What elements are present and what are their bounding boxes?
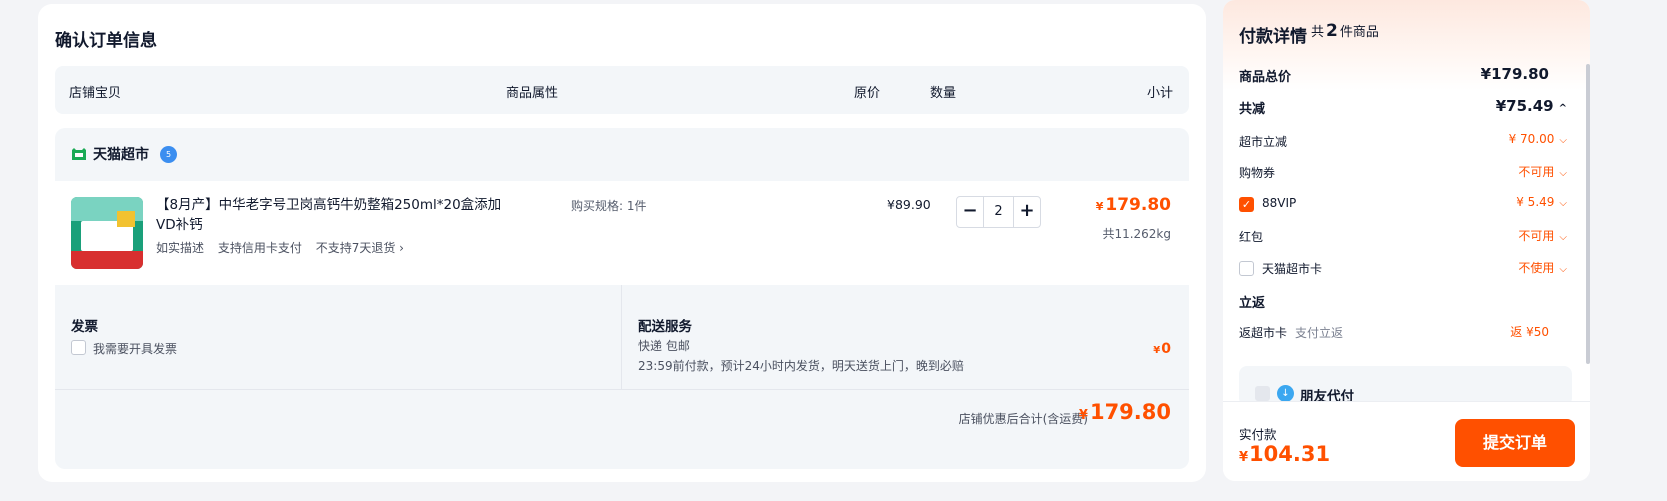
tag-no-return[interactable]: 不支持7天退货 › (316, 241, 404, 255)
col-attributes: 商品属性 (506, 86, 559, 101)
item-tags: 如实描述 支持信用卡支付 不支持7天退货 › (156, 239, 414, 256)
store-name[interactable]: 天猫超市 (93, 144, 149, 164)
quantity-input[interactable]: 2 (984, 197, 1013, 227)
discount-row[interactable]: 共减 ¥75.49 ^ (1239, 96, 1567, 118)
delivery-promise: 23:59前付款，预计24小时内发货，明天送货上门，晚到必赔 (638, 359, 964, 373)
vip-value: ¥ 5.49 ⌵ (1516, 195, 1567, 209)
rebate-title-row: 立返 (1239, 290, 1567, 312)
supermarket-off-label: 超市立减 (1239, 135, 1288, 149)
tmall-card-checkbox[interactable] (1239, 261, 1254, 276)
supermarket-off-row[interactable]: 超市立减 ¥ 70.00 ⌵ (1239, 131, 1567, 153)
friend-pay-option[interactable]: ↓ 朋友代付 (1239, 366, 1572, 406)
tmall-logo-icon (72, 148, 86, 160)
decrease-button[interactable]: − (957, 197, 984, 227)
invoice-checkbox[interactable] (71, 340, 86, 355)
col-price: 原价 (854, 86, 881, 101)
paid-amount: ¥104.31 (1239, 442, 1331, 466)
tmall-card-row[interactable]: 天猫超市卡 不使用 ⌵ (1239, 258, 1567, 280)
chevron-down-icon: ⌵ (1559, 264, 1567, 275)
item-subtotal: ¥179.80 (1095, 195, 1171, 215)
vip-checkbox[interactable]: ✓ (1239, 197, 1254, 212)
item-weight: 共11.262kg (1102, 227, 1171, 241)
payment-title: 付款详情 (1239, 27, 1307, 47)
page-title: 确认订单信息 (55, 31, 157, 51)
chevron-up-icon: ^ (1558, 103, 1567, 114)
tag-credit-card: 支持信用卡支付 (217, 241, 302, 255)
coupon-row[interactable]: 购物券 不可用 ⌵ (1239, 162, 1567, 184)
item-attribute: 购买规格: 1件 (571, 199, 647, 213)
quantity-stepper: − 2 + (956, 196, 1041, 228)
goods-total-row: 商品总价 ¥179.80 (1239, 64, 1567, 86)
vip-label: 88VIP (1262, 196, 1297, 210)
goods-total-label: 商品总价 (1239, 70, 1292, 85)
col-store-item: 店铺宝贝 (69, 86, 122, 101)
redpacket-value: 不可用 ⌵ (1518, 229, 1567, 243)
payment-item-count: 共 2 件商品 (1311, 21, 1379, 41)
discount-value: ¥75.49 ^ (1495, 97, 1567, 115)
store-badge-icon: 5 (160, 146, 177, 163)
store-total: ¥179.80 (1078, 400, 1171, 424)
chevron-down-icon: ⌵ (1559, 198, 1567, 209)
supermarket-off-value: ¥ 70.00 ⌵ (1508, 132, 1567, 146)
delivery-fee: ¥0 (1153, 341, 1171, 357)
store-block: 天猫超市 5 【8月产】中华老字号卫岗高钙牛奶整箱250ml*20盒添加VD补钙… (55, 128, 1189, 469)
submit-order-button[interactable]: 提交订单 (1455, 419, 1575, 467)
chevron-down-icon: ⌵ (1559, 135, 1567, 146)
coupon-value: 不可用 ⌵ (1518, 165, 1567, 179)
rebate-title: 立返 (1239, 296, 1266, 311)
item-title[interactable]: 【8月产】中华老字号卫岗高钙牛奶整箱250ml*20盒添加VD补钙 (156, 195, 511, 235)
friend-pay-checkbox[interactable] (1255, 386, 1270, 401)
product-image[interactable] (71, 197, 143, 269)
payment-footer: 实付款 ¥104.31 提交订单 (1223, 401, 1590, 481)
vip-row[interactable]: ✓ 88VIP ¥ 5.49 ⌵ (1239, 194, 1567, 216)
delivery-title: 配送服务 (638, 319, 692, 335)
friend-pay-icon: ↓ (1277, 385, 1294, 402)
coupon-label: 购物券 (1239, 166, 1276, 180)
divider (55, 389, 1189, 390)
chevron-down-icon: ⌵ (1559, 232, 1567, 243)
tmall-card-label: 天猫超市卡 (1262, 262, 1323, 276)
col-quantity: 数量 (930, 86, 957, 101)
redpacket-label: 红包 (1239, 230, 1264, 244)
payment-panel: 付款详情 共 2 件商品 商品总价 ¥179.80 共减 ¥75.49 ^ 超市立减 … (1223, 0, 1590, 481)
delivery-method: 快递 包邮 (638, 339, 690, 353)
discount-label: 共减 (1239, 102, 1266, 117)
item-original-price: ¥89.90 (887, 197, 931, 212)
redpacket-row[interactable]: 红包 不可用 ⌵ (1239, 226, 1567, 248)
item-row: 【8月产】中华老字号卫岗高钙牛奶整箱250ml*20盒添加VD补钙 如实描述 支… (55, 181, 1189, 285)
paid-label: 实付款 (1239, 427, 1277, 442)
rebate-row: 返超市卡 支付立返 返 ¥50 (1239, 322, 1567, 344)
chevron-down-icon: ⌵ (1559, 168, 1567, 179)
divider (621, 285, 622, 389)
tag-as-described: 如实描述 (156, 241, 205, 255)
store-total-label: 店铺优惠后合计(含运费) (958, 412, 1088, 426)
rebate-value: 返 ¥50 (1510, 325, 1549, 339)
invoice-title: 发票 (71, 319, 98, 335)
store-header: 天猫超市 5 (55, 128, 1189, 180)
scrollbar[interactable] (1586, 64, 1590, 364)
rebate-label: 返超市卡 支付立返 (1239, 326, 1344, 340)
order-card: 确认订单信息 店铺宝贝 商品属性 原价 数量 小计 天猫超市 5 【8月产】中华… (38, 4, 1206, 482)
tmall-card-value: 不使用 ⌵ (1518, 261, 1567, 275)
table-header: 店铺宝贝 商品属性 原价 数量 小计 (55, 66, 1189, 114)
col-subtotal: 小计 (1146, 86, 1173, 101)
goods-total-value: ¥179.80 (1480, 65, 1549, 83)
increase-button[interactable]: + (1013, 197, 1040, 227)
invoice-checkbox-label[interactable]: 我需要开具发票 (93, 340, 177, 357)
invoice-section: 发票 我需要开具发票 (55, 285, 621, 389)
